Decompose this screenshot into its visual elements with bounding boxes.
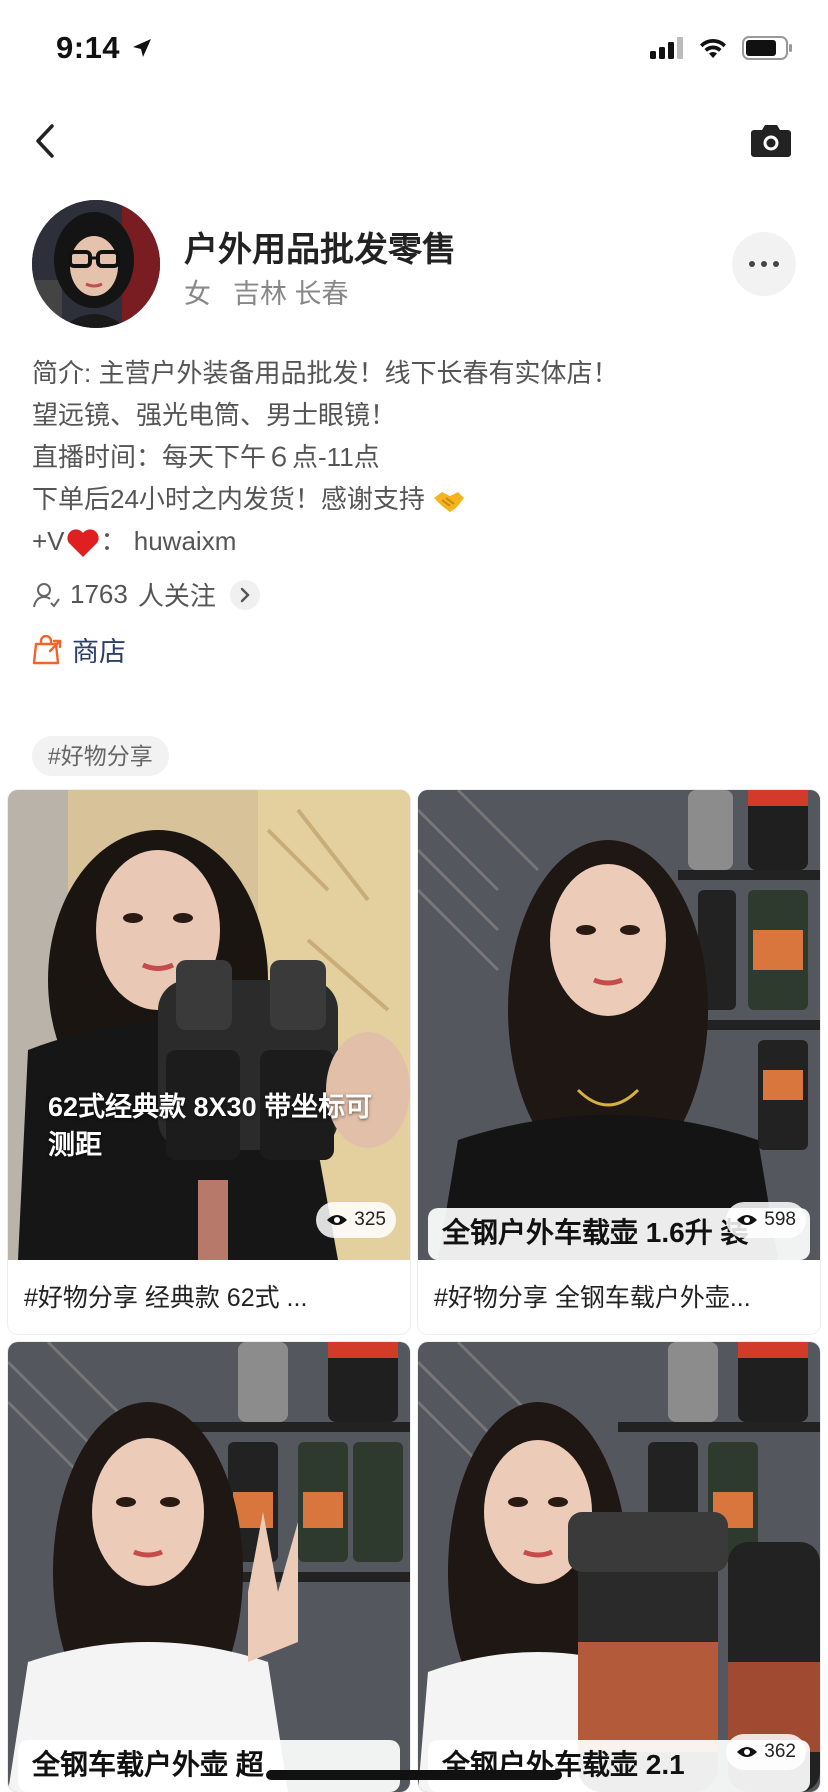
camera-icon[interactable] <box>750 122 792 158</box>
location-arrow-icon <box>133 39 151 57</box>
bio: 简介: 主营户外装备用品批发！线下长春有实体店！ 望远镜、强光电筒、男士眼镜！ … <box>32 352 792 562</box>
video-card[interactable]: 全钢车载户外壶 超 <box>8 1342 410 1792</box>
bio-line-shipping: 下单后24小时之内发货！感谢支持 <box>32 478 792 520</box>
followers-chevron <box>229 579 260 610</box>
bio-line-wechat: +V ： huwaixm <box>32 520 792 562</box>
video-caption: #好物分享 全钢车载户外壶... <box>434 1284 751 1312</box>
view-count: 362 <box>764 1741 796 1762</box>
eye-icon <box>737 1215 758 1225</box>
profile-gender: 女 <box>184 279 211 309</box>
followers-count: 1763 <box>70 579 128 609</box>
more-dot <box>761 261 767 267</box>
more-dot <box>749 261 755 267</box>
more-dot <box>773 261 779 267</box>
video-overlay-title: 62式经典款 8X30 带坐标可测距 <box>48 1092 373 1160</box>
avatar[interactable] <box>32 200 160 328</box>
video-banner-title: 全钢车载户外壶 超 <box>18 1740 400 1792</box>
bio-wechat-id: ： huwaixm <box>100 526 237 556</box>
video-thumbnail <box>8 790 410 1260</box>
wifi-icon <box>700 38 726 58</box>
profile-meta: 女 吉林 长春 <box>184 272 349 311</box>
shop-label: 商店 <box>72 637 126 667</box>
avatar-image <box>32 200 160 328</box>
video-card[interactable]: 全钢户外车载壶 1.6升 装 598 #好物分享 全钢车载户外壶... <box>418 790 820 1334</box>
status-indicators <box>650 36 794 60</box>
followers-row[interactable]: 1763 人关注 <box>32 576 260 613</box>
handshake-icon <box>434 492 465 513</box>
video-thumbnail <box>8 1342 410 1792</box>
more-options-button[interactable] <box>732 232 796 296</box>
view-count: 325 <box>354 1209 386 1230</box>
shop-link[interactable]: 商店 <box>32 630 126 669</box>
view-count: 598 <box>764 1209 796 1230</box>
followers-label: 人关注 <box>137 581 216 611</box>
chevron-right-icon <box>240 587 250 602</box>
eye-icon <box>737 1747 758 1757</box>
video-thumbnail <box>418 790 820 1260</box>
shop-bag-icon <box>32 634 62 664</box>
profile-name: 户外用品批发零售 <box>184 231 456 269</box>
video-thumbnail <box>418 1342 820 1792</box>
status-time: 9:14 <box>56 30 121 65</box>
video-caption: #好物分享 经典款 62式 ... <box>24 1284 308 1312</box>
video-card[interactable]: 62式经典款 8X30 带坐标可测距 325 #好物分享 经典款 62式 ... <box>8 790 410 1334</box>
profile-location: 吉林 长春 <box>233 279 349 309</box>
view-count-badge: 598 <box>726 1202 806 1238</box>
battery-icon <box>742 36 792 60</box>
video-card[interactable]: 全钢户外车载壶 2.1 362 <box>418 1342 820 1792</box>
bio-shipping-text: 下单后24小时之内发货！感谢支持 <box>32 484 425 514</box>
back-chevron-icon[interactable] <box>28 118 64 164</box>
view-count-badge: 362 <box>726 1734 806 1770</box>
followers-person-icon <box>33 582 60 608</box>
heart-icon <box>66 529 99 558</box>
status-bar: 9:14 <box>0 0 828 96</box>
cellular-signal-icon <box>650 37 683 59</box>
bio-wechat-prefix: +V <box>32 526 65 556</box>
view-count-badge: 325 <box>316 1202 396 1238</box>
bio-line-intro: 简介: 主营户外装备用品批发！线下长春有实体店！ <box>32 358 619 388</box>
bio-line-live-time: 直播时间：每天下午６点-11点 <box>32 442 380 472</box>
home-indicator <box>266 1770 562 1780</box>
bio-line-products: 望远镜、强光电筒、男士眼镜！ <box>32 400 397 430</box>
eye-icon <box>327 1215 348 1225</box>
topic-chip[interactable]: #好物分享 <box>32 736 169 776</box>
